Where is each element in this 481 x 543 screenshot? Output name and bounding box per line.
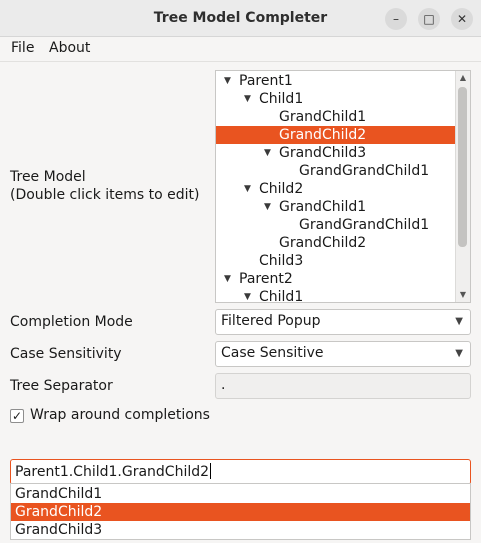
case-sensitivity-value: Case Sensitive [221,345,324,361]
tree-item[interactable]: ▼ Child1 [216,90,457,108]
tree-item-label: Child1 [259,289,304,303]
completion-mode-select[interactable]: Filtered Popup ▼ [215,309,471,335]
tree-item[interactable]: GrandChild2 [216,234,457,252]
tree-item[interactable]: ▼ Child1 [216,288,457,303]
check-icon: ✓ [11,409,23,423]
expand-arrow-icon[interactable]: ▼ [264,198,271,216]
menu-file[interactable]: File [11,40,34,56]
case-sensitivity-select[interactable]: Case Sensitive ▼ [215,341,471,367]
popup-item[interactable]: GrandChild3 [11,521,470,539]
completion-mode-value: Filtered Popup [221,313,321,329]
minimize-icon: – [393,12,399,26]
tree-item[interactable]: GrandChild2 [216,126,457,144]
tree-item[interactable]: Child3 [216,252,457,270]
tree-item[interactable]: GrandGrandChild1 [216,162,457,180]
menu-bar: File About [0,37,481,62]
maximize-button[interactable]: □ [418,8,440,30]
expand-arrow-icon[interactable]: ▼ [224,270,231,288]
tree-scrollbar[interactable]: ▲ ▼ [455,71,470,302]
scroll-up-icon[interactable]: ▲ [456,71,470,85]
tree-item-label: GrandGrandChild1 [299,217,430,233]
tree-view[interactable]: ▼ Parent1 ▼ Child1 GrandChild1 GrandChild2 ▼ Gr… [215,70,471,303]
expand-arrow-icon[interactable]: ▼ [244,90,251,108]
case-sensitivity-label: Case Sensitivity [10,346,122,362]
close-button[interactable]: ✕ [451,8,473,30]
tree-item[interactable]: GrandChild1 [216,108,457,126]
close-icon: ✕ [456,12,468,26]
window-title: Tree Model Completer [153,10,328,26]
tree-item-label: GrandChild1 [279,199,367,215]
tree-item[interactable]: GrandGrandChild1 [216,216,457,234]
tree-item-label: GrandChild2 [279,235,367,251]
completer-input-value: Parent1.Child1.GrandChild2 [15,463,212,480]
scroll-down-icon[interactable]: ▼ [456,288,470,302]
tree-item-label: GrandChild2 [279,127,367,143]
popup-item[interactable]: GrandChild1 [11,485,470,503]
tree-item-label: Parent1 [239,73,293,89]
tree-item-label: GrandChild3 [279,145,367,161]
expand-arrow-icon[interactable]: ▼ [224,72,231,90]
tree-separator-value: . [221,377,226,393]
tree-model-label: Tree Model [10,169,86,185]
completion-popup[interactable]: GrandChild1 GrandChild2 GrandChild3 [10,483,471,540]
tree-item-label: Parent2 [239,271,293,287]
tree-item[interactable]: ▼ Parent1 [216,72,457,90]
title-bar: Tree Model Completer – □ ✕ [0,0,481,37]
tree-item[interactable]: ▼ GrandChild1 [216,198,457,216]
tree-item-label: Child1 [259,91,304,107]
tree-item[interactable]: ▼ Parent2 [216,270,457,288]
tree-separator-input[interactable]: . [215,373,471,399]
popup-item[interactable]: GrandChild2 [11,503,470,521]
expand-arrow-icon[interactable]: ▼ [244,288,251,302]
expand-arrow-icon[interactable]: ▼ [244,180,251,198]
chevron-down-icon: ▼ [455,316,463,327]
tree-item-label: GrandChild1 [279,109,367,125]
scroll-thumb[interactable] [458,87,467,247]
text-caret [210,463,212,479]
menu-about[interactable]: About [49,40,90,56]
tree-item[interactable]: ▼ Child2 [216,180,457,198]
completer-input[interactable]: Parent1.Child1.GrandChild2 [10,459,471,485]
wrap-checkbox[interactable]: ✓ [10,409,24,423]
tree-item-label: Child2 [259,181,304,197]
tree-item-label: Child3 [259,253,304,269]
expand-arrow-icon[interactable]: ▼ [264,144,271,162]
tree-item-label: GrandGrandChild1 [299,163,430,179]
chevron-down-icon: ▼ [455,348,463,359]
maximize-icon: □ [423,12,435,26]
minimize-button[interactable]: – [385,8,407,30]
wrap-checkbox-label[interactable]: Wrap around completions [30,407,210,423]
tree-separator-label: Tree Separator [10,378,113,394]
tree-model-hint: (Double click items to edit) [10,187,200,203]
completion-mode-label: Completion Mode [10,314,133,330]
tree-item[interactable]: ▼ GrandChild3 [216,144,457,162]
